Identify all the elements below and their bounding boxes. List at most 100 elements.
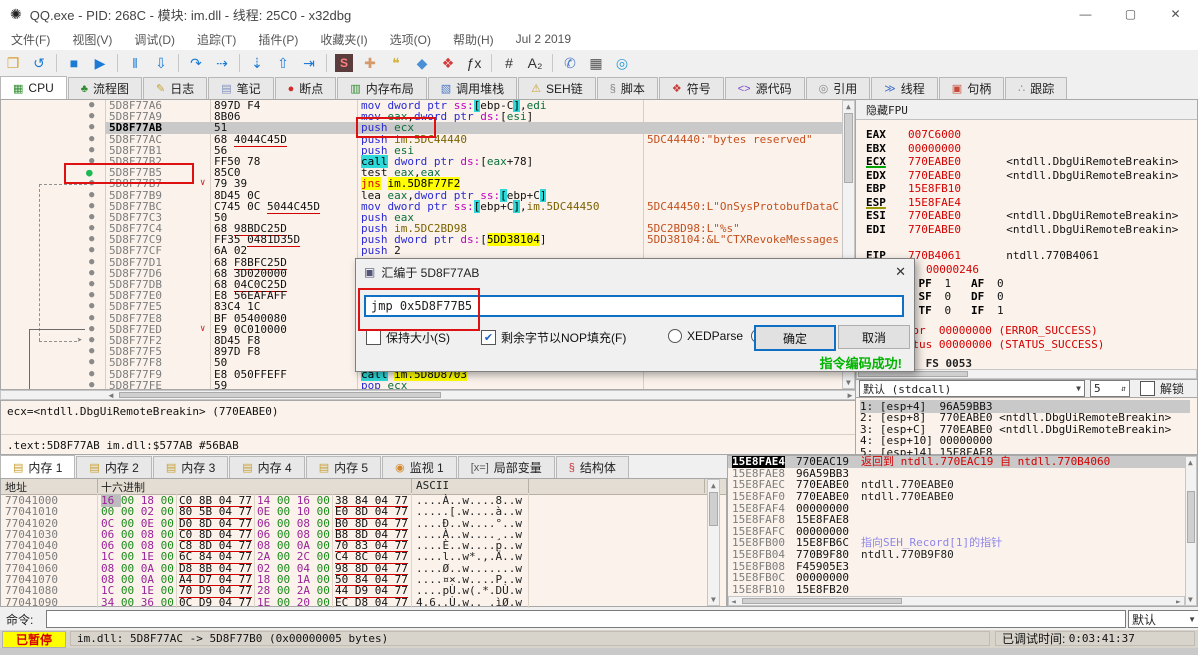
dump-header-1[interactable]: 十六进制 (97, 479, 412, 494)
step-over-icon[interactable]: ↷ (184, 52, 208, 74)
tab-cpu[interactable]: ▦ CPU (0, 76, 67, 99)
register-row-ecx[interactable]: ECX 770EABE0 <ntdll.DbgUiRemoteBreakin> (866, 155, 1178, 168)
dump-vertical-scrollbar[interactable]: ▲ ▼ (707, 479, 720, 606)
dialog-close-icon[interactable]: ✕ (895, 264, 906, 280)
instruction-dot[interactable]: ● (89, 145, 94, 156)
xedparse-radio[interactable]: XEDParse (668, 329, 743, 343)
assemble-icon[interactable]: A₂ (523, 52, 547, 74)
restart-icon[interactable]: ↺ (27, 52, 51, 74)
instruction-dot[interactable]: ● (89, 134, 94, 145)
memory-dump-pane[interactable]: 地址 十六进制 ASCII 77041000 16 00 18 00 C0 8B 04 … (0, 478, 727, 609)
menu-item-7[interactable]: 帮助(H) (442, 31, 505, 48)
instruction-dot[interactable]: ● (89, 257, 94, 268)
menu-item-4[interactable]: 插件(P) (247, 31, 309, 48)
instruction-dot[interactable]: ● (89, 234, 94, 245)
disasm-row[interactable]: ● 5D8F77FE 59 pop ecx (1, 379, 855, 389)
dump-header-2[interactable]: ASCII (412, 479, 529, 493)
instruction-dot[interactable]: ● (89, 380, 94, 389)
calculator-icon[interactable]: ▦ (584, 52, 608, 74)
instruction-dot[interactable]: ● (89, 111, 94, 122)
tab-notes[interactable]: ▤ 笔记 (208, 77, 274, 99)
ok-button[interactable]: 确定 (754, 325, 836, 351)
register-row-ebx[interactable]: EBX 00000000 (866, 142, 961, 155)
instruction-dot[interactable]: ● (89, 201, 94, 212)
execute-till-return-icon[interactable]: ⇧ (271, 52, 295, 74)
nop-fill-checkbox[interactable]: ✔ 剩余字节以NOP填充(F) (481, 329, 626, 346)
functions-icon[interactable]: ƒx (462, 52, 486, 74)
tab-breakpoints[interactable]: ● 断点 (274, 77, 337, 99)
labels-icon[interactable]: ◆ (410, 52, 434, 74)
instruction-dot[interactable]: ● (89, 301, 94, 312)
arg-depth-stepper[interactable]: 5 ⇵ (1090, 380, 1130, 397)
tab-locals[interactable]: [x=] 局部变量 (457, 456, 555, 478)
calling-convention-select[interactable]: 默认 (stdcall) ▼ (859, 380, 1085, 397)
scylla-icon[interactable]: S (332, 52, 356, 74)
attach-icon[interactable]: ✆ (558, 52, 582, 74)
tab-dump-4[interactable]: ▤ 内存 4 (229, 456, 305, 478)
menu-item-0[interactable]: 文件(F) (0, 31, 61, 48)
hide-fpu-button[interactable]: 隐藏FPU (856, 100, 1197, 120)
stop-icon[interactable]: ■ (62, 52, 86, 74)
register-row-esp[interactable]: ESP 15E8FAE4 (866, 196, 961, 209)
instruction-dot[interactable]: ● (89, 100, 94, 111)
instruction-dot[interactable]: ● (89, 290, 94, 301)
instruction-dot[interactable]: ● (89, 245, 94, 256)
pause-icon[interactable]: ‖ (123, 52, 147, 74)
register-row-edx[interactable]: EDX 770EABE0 <ntdll.DbgUiRemoteBreakin> (866, 169, 1178, 182)
dump-header-3[interactable] (528, 479, 705, 493)
menu-item-5[interactable]: 收藏夹(I) (309, 31, 378, 48)
instruction-dot[interactable]: ● (89, 223, 94, 234)
patch-icon[interactable]: ✚ (358, 52, 382, 74)
instruction-dot[interactable]: ● (89, 346, 94, 357)
jump-target-dot[interactable]: ● (89, 335, 94, 346)
unlock-checkbox[interactable] (1140, 381, 1155, 396)
instruction-dot[interactable]: ● (89, 212, 94, 223)
close-button[interactable]: ✕ (1153, 0, 1198, 28)
menu-item-3[interactable]: 追踪(T) (186, 31, 247, 48)
tab-watch-1[interactable]: ◉ 监视 1 (382, 456, 457, 478)
bookmarks-icon[interactable]: ❖ (436, 52, 460, 74)
dump-row[interactable]: 77041090 34 00 36 00 0C D9 04 77 1E 00 20 0… (1, 596, 701, 609)
run-to-user-code-icon[interactable]: ⇥ (297, 52, 321, 74)
run-icon[interactable]: ▶ (88, 52, 112, 74)
cancel-button[interactable]: 取消 (838, 325, 910, 349)
dialog-title-bar[interactable]: ▣ 汇编于 5D8F77AB ✕ (356, 259, 914, 285)
register-row-edi[interactable]: EDI 770EABE0 <ntdll.DbgUiRemoteBreakin> (866, 223, 1178, 236)
instruction-dot[interactable]: ● (89, 122, 94, 133)
open-file-icon[interactable]: ❐ (1, 52, 25, 74)
instruction-dot[interactable]: ● (89, 313, 94, 324)
trace-into-icon[interactable]: ⇢ (210, 52, 234, 74)
instruction-dot[interactable]: ● (89, 279, 94, 290)
tab-dump-5[interactable]: ▤ 内存 5 (305, 456, 382, 478)
instruction-dot[interactable]: ● (89, 190, 94, 201)
tab-call-stack[interactable]: ▧ 调用堆栈 (427, 77, 518, 99)
hash-icon[interactable]: # (497, 52, 521, 74)
tab-log[interactable]: ✎ 日志 (142, 77, 208, 99)
stack-row[interactable]: 15E8FAF0 770EABE0 ntdll.770EABE0 (728, 491, 1197, 503)
disasm-horizontal-scrollbar[interactable]: ◄ ► (0, 390, 856, 400)
instruction-dot[interactable]: ● (89, 268, 94, 279)
register-row-esi[interactable]: ESI 770EABE0 <ntdll.DbgUiRemoteBreakin> (866, 209, 1178, 222)
tab-symbols[interactable]: ❖ 符号 (658, 77, 724, 99)
stack-pane[interactable]: 15E8FAE4 770EAC19 返回到 ntdll.770EAC19 自 ntd… (727, 455, 1198, 607)
comments-icon[interactable]: ❝ (384, 52, 408, 74)
keep-size-checkbox[interactable]: 保持大小(S) (366, 329, 450, 346)
tab-struct[interactable]: § 结构体 (555, 456, 629, 478)
minimize-button[interactable]: — (1063, 0, 1108, 28)
menu-item-6[interactable]: 选项(O) (379, 31, 442, 48)
command-script-select[interactable]: 默认 ▼ (1128, 610, 1198, 628)
register-row-ebp[interactable]: EBP 15E8FB10 (866, 182, 961, 195)
menu-item-8[interactable]: Jul 2 2019 (505, 32, 582, 46)
stack-vertical-scrollbar[interactable]: ▲ ▼ (1185, 456, 1197, 606)
tab-seh[interactable]: ⚠ SEH链 (518, 77, 596, 99)
register-row-eax[interactable]: EAX 007C6000 (866, 128, 961, 141)
menu-item-1[interactable]: 视图(V) (61, 31, 123, 48)
tab-dump-3[interactable]: ▤ 内存 3 (152, 456, 229, 478)
tab-memory-map[interactable]: ▥ 内存布局 (337, 77, 427, 99)
arguments-pane[interactable]: 1: [esp+4] 96A59BB3 2: [esp+8] 770EABE0 <… (855, 397, 1198, 459)
step-into-icon[interactable]: ⇩ (149, 52, 173, 74)
tab-script[interactable]: § 脚本 (596, 77, 658, 99)
instruction-dot[interactable]: ● (89, 357, 94, 368)
stack-row[interactable]: 15E8FAE4 770EAC19 返回到 ntdll.770EAC19 自 ntd… (728, 456, 1197, 468)
tab-graph[interactable]: ♣ 流程图 (67, 77, 142, 99)
